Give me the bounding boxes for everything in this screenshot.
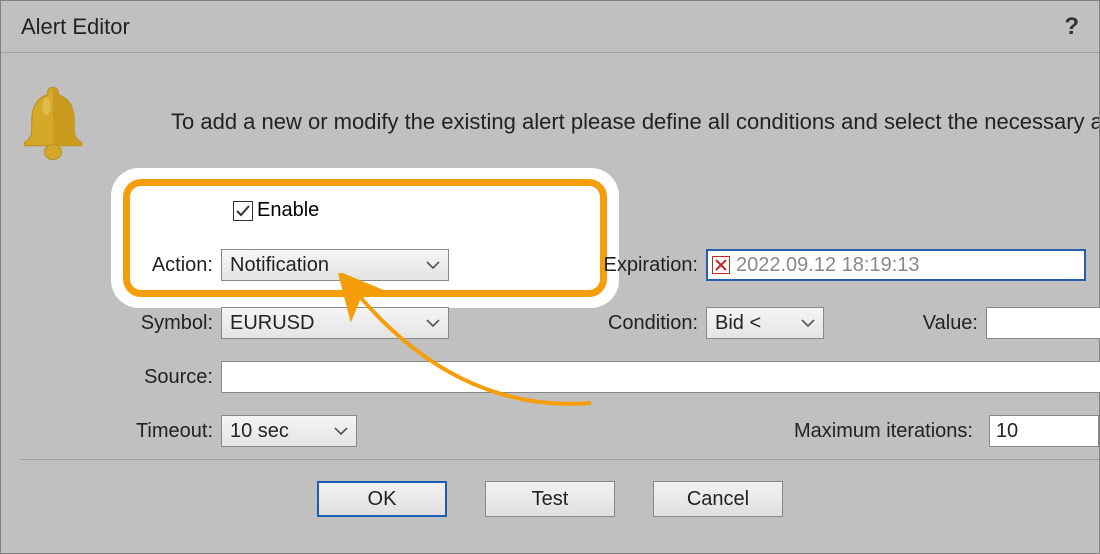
timeout-label: Timeout:	[125, 420, 221, 443]
symbol-label: Symbol:	[136, 312, 221, 335]
chevron-down-icon	[801, 318, 815, 328]
enable-checkbox-wrap: Enable	[233, 199, 319, 222]
condition-value: Bid <	[715, 312, 761, 335]
bell-icon	[19, 83, 87, 163]
annotation-highlight-bg	[111, 168, 619, 308]
maxiter-value: 10	[996, 420, 1018, 443]
content-area: To add a new or modify the existing aler…	[1, 53, 1099, 553]
expiration-label: Expiration:	[596, 254, 706, 277]
timeout-row: Timeout: 10 sec	[125, 415, 357, 447]
expiration-value: 2022.09.12 18:19:13	[736, 254, 920, 277]
expiration-clear-icon[interactable]	[712, 256, 730, 274]
action-label: Action:	[143, 254, 221, 277]
ok-button[interactable]: OK	[317, 481, 447, 517]
timeout-dropdown[interactable]: 10 sec	[221, 415, 357, 447]
value-label: Value:	[922, 312, 986, 335]
cancel-button[interactable]: Cancel	[653, 481, 783, 517]
expiration-field[interactable]: 2022.09.12 18:19:13	[706, 249, 1086, 281]
intro-text: To add a new or modify the existing aler…	[171, 109, 1099, 135]
action-dropdown[interactable]: Notification	[221, 249, 449, 281]
source-label: Source:	[143, 366, 221, 389]
window-title: Alert Editor	[21, 14, 130, 40]
condition-dropdown[interactable]: Bid <	[706, 307, 824, 339]
help-button[interactable]: ?	[1064, 13, 1079, 41]
chevron-down-icon	[426, 318, 440, 328]
enable-label: Enable	[257, 199, 319, 222]
symbol-value: EURUSD	[230, 312, 314, 335]
action-row: Action: Notification	[143, 249, 449, 281]
value-input[interactable]	[986, 307, 1100, 339]
value-row: Value:	[922, 307, 1100, 339]
titlebar: Alert Editor ?	[1, 1, 1099, 53]
expiration-row: Expiration: 2022.09.12 18:19:13	[596, 249, 1086, 281]
maxiter-label: Maximum iterations:	[794, 420, 981, 443]
symbol-row: Symbol: EURUSD	[136, 307, 449, 339]
symbol-dropdown[interactable]: EURUSD	[221, 307, 449, 339]
action-value: Notification	[230, 254, 329, 277]
enable-checkbox[interactable]	[233, 201, 253, 221]
alert-editor-window: Alert Editor ? To add a new or modify th…	[0, 0, 1100, 554]
chevron-down-icon	[334, 426, 348, 436]
chevron-down-icon	[426, 260, 440, 270]
condition-row: Condition: Bid <	[602, 307, 824, 339]
maxiter-row: Maximum iterations: 10	[794, 415, 1099, 447]
enable-row: Enable	[233, 199, 319, 222]
maxiter-input[interactable]: 10	[989, 415, 1099, 447]
source-row: Source:	[143, 361, 1100, 393]
test-button[interactable]: Test	[485, 481, 615, 517]
timeout-value: 10 sec	[230, 420, 289, 443]
divider	[19, 459, 1099, 460]
source-input[interactable]	[221, 361, 1100, 393]
condition-label: Condition:	[602, 312, 706, 335]
button-row: OK Test Cancel	[1, 481, 1099, 517]
